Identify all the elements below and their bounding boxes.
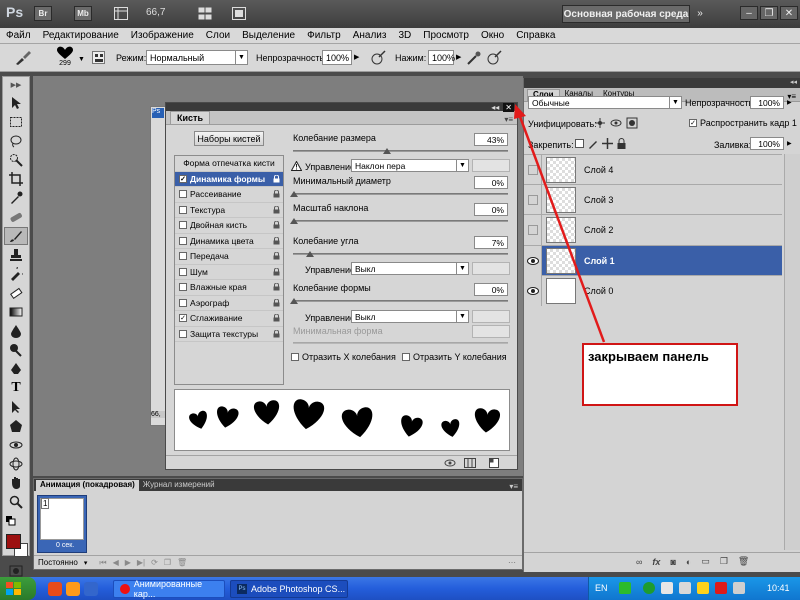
photoshop-task-icon: Ps: [237, 584, 247, 594]
start-button[interactable]: [0, 577, 36, 600]
tray-app-icon[interactable]: [619, 582, 631, 594]
system-tray: EN 10:41: [588, 577, 800, 600]
language-indicator[interactable]: EN: [595, 583, 608, 593]
taskbar-item-browser-label: Анимированные кар...: [133, 579, 203, 599]
windows-logo-icon: [6, 581, 21, 595]
quicklaunch-browser-icon[interactable]: [48, 582, 62, 596]
annotation-arrow: [514, 104, 606, 343]
taskbar-item-photoshop[interactable]: Ps Adobe Photoshop CS...: [230, 580, 348, 598]
taskbar-item-browser[interactable]: Анимированные кар...: [113, 579, 225, 599]
clock: 10:41: [767, 583, 790, 593]
taskbar-item-photoshop-label: Adobe Photoshop CS...: [251, 584, 346, 594]
tray-volume-icon[interactable]: [661, 582, 673, 594]
tray-update-icon[interactable]: [733, 582, 745, 594]
tray-security-icon[interactable]: [697, 582, 709, 594]
tray-network-icon[interactable]: [643, 582, 655, 594]
tray-hardware-icon[interactable]: [679, 582, 691, 594]
quicklaunch-app-icon[interactable]: [66, 582, 80, 596]
quicklaunch-desktop-icon[interactable]: [84, 582, 98, 596]
tray-antivirus-icon[interactable]: [715, 582, 727, 594]
opera-icon: [120, 584, 130, 594]
callout-note: закрываем панель: [582, 343, 738, 406]
windows-taskbar: Анимированные кар... Ps Adobe Photoshop …: [0, 577, 800, 600]
